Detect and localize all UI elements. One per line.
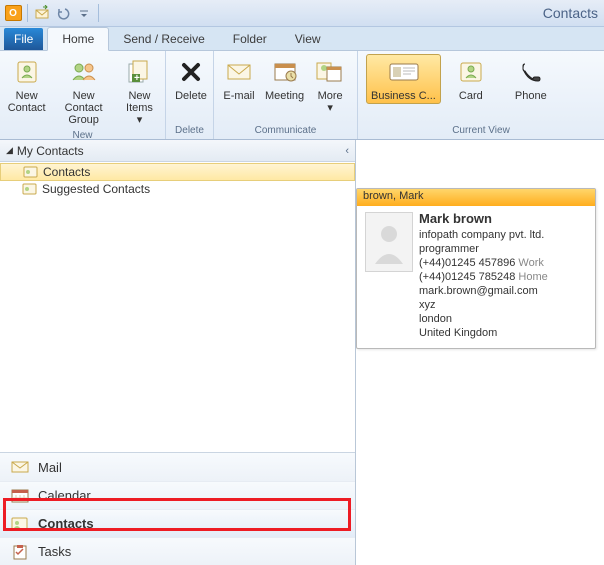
undo-icon[interactable] (54, 4, 72, 22)
contact-phone-home: (+44)01245 785248 Home (419, 270, 548, 284)
minimize-pane-icon[interactable]: ‹ (345, 145, 349, 157)
new-contact-button[interactable]: NewContact (4, 54, 49, 116)
navigation-pane: ◢ My Contacts ‹ Contacts Suggested Conta… (0, 140, 356, 565)
view-phone-button[interactable]: Phone (501, 54, 561, 104)
contact-name: Mark brown (419, 212, 548, 226)
nav-calendar[interactable]: Calendar (0, 481, 355, 509)
business-card-info: Mark brown infopath company pvt. ltd. pr… (419, 212, 548, 340)
new-contact-group-label: New ContactGroup (54, 90, 113, 126)
tab-file[interactable]: File (4, 28, 43, 50)
business-card[interactable]: brown, Mark Mark brown infopath company … (356, 188, 596, 349)
calendar-icon (10, 487, 30, 505)
tab-folder[interactable]: Folder (219, 28, 281, 50)
folder-tree: Contacts Suggested Contacts (0, 162, 355, 200)
meeting-label: Meeting (265, 90, 304, 102)
main-area: ◢ My Contacts ‹ Contacts Suggested Conta… (0, 140, 604, 565)
delete-button[interactable]: Delete (170, 54, 212, 104)
tasks-icon (10, 543, 30, 561)
view-card-button[interactable]: Card (441, 54, 501, 104)
nav-contacts[interactable]: Contacts (0, 509, 355, 537)
phone-label: Phone (515, 90, 547, 102)
card-label: Card (459, 90, 483, 102)
nav-mail[interactable]: Mail (0, 453, 355, 481)
contacts-folder-icon (22, 182, 38, 196)
svg-text:+: + (134, 73, 140, 84)
content-area: brown, Mark Mark brown infopath company … (356, 140, 604, 565)
meeting-icon (269, 56, 301, 88)
tree-item-label: Contacts (43, 165, 90, 179)
qat-customize-icon[interactable] (75, 4, 93, 22)
group-current-view-label: Current View (358, 123, 604, 139)
expand-collapse-icon: ◢ (6, 145, 13, 156)
mail-icon (10, 458, 30, 476)
contact-company: infopath company pvt. ltd. (419, 228, 548, 242)
contact-phone-work: (+44)01245 457896 Work (419, 256, 548, 270)
new-items-label: NewItems ▾ (123, 90, 156, 126)
new-contact-icon (11, 56, 43, 88)
email-button[interactable]: E-mail (218, 54, 260, 104)
group-communicate-label: Communicate (214, 123, 357, 139)
contact-addr2: london (419, 312, 548, 326)
new-items-button[interactable]: + NewItems ▾ (118, 54, 161, 128)
nav-buttons: Mail Calendar Contacts Tasks (0, 452, 355, 565)
tab-send-receive[interactable]: Send / Receive (109, 28, 218, 50)
quick-access-toolbar: O (4, 4, 101, 22)
email-label: E-mail (223, 90, 254, 102)
card-icon (455, 56, 487, 88)
delete-icon (175, 56, 207, 88)
more-button[interactable]: More▾ (309, 54, 351, 116)
tree-item-suggested-contacts[interactable]: Suggested Contacts (0, 180, 355, 198)
contact-email: mark.brown@gmail.com (419, 284, 548, 298)
group-delete-label: Delete (166, 123, 213, 139)
tab-view[interactable]: View (281, 28, 335, 50)
new-contact-group-icon (68, 56, 100, 88)
contacts-icon (10, 515, 30, 533)
delete-label: Delete (175, 90, 207, 102)
title-bar: O Contacts (0, 0, 604, 27)
new-items-icon: + (123, 56, 155, 88)
business-card-label: Business C... (371, 90, 436, 102)
new-contact-label: NewContact (8, 90, 46, 114)
ribbon: NewContact New ContactGroup + NewItems ▾… (0, 51, 604, 140)
nav-calendar-label: Calendar (38, 488, 91, 503)
nav-contacts-label: Contacts (38, 516, 94, 531)
contacts-folder-icon (23, 165, 39, 179)
contact-addr3: United Kingdom (419, 326, 548, 340)
phone-icon (515, 56, 547, 88)
contact-photo-placeholder (365, 212, 413, 272)
tree-item-label: Suggested Contacts (42, 182, 150, 196)
send-receive-qat-icon[interactable] (33, 4, 51, 22)
business-card-header: brown, Mark (357, 189, 595, 206)
nav-tasks-label: Tasks (38, 544, 71, 559)
ribbon-tabs: File Home Send / Receive Folder View (0, 27, 604, 51)
nav-header-label: My Contacts (17, 144, 84, 158)
more-icon (314, 56, 346, 88)
email-icon (223, 56, 255, 88)
meeting-button[interactable]: Meeting (260, 54, 309, 104)
nav-mail-label: Mail (38, 460, 62, 475)
view-business-card-button[interactable]: Business C... (366, 54, 441, 104)
business-card-icon (387, 56, 419, 88)
window-title: Contacts (543, 5, 598, 21)
new-contact-group-button[interactable]: New ContactGroup (49, 54, 118, 128)
contact-title: programmer (419, 242, 548, 256)
tree-item-contacts[interactable]: Contacts (0, 163, 355, 181)
tab-home[interactable]: Home (47, 27, 109, 51)
more-label: More▾ (318, 90, 343, 114)
contact-addr1: xyz (419, 298, 548, 312)
outlook-logo-icon: O (4, 4, 22, 22)
nav-tasks[interactable]: Tasks (0, 537, 355, 565)
nav-header-my-contacts[interactable]: ◢ My Contacts ‹ (0, 140, 355, 162)
